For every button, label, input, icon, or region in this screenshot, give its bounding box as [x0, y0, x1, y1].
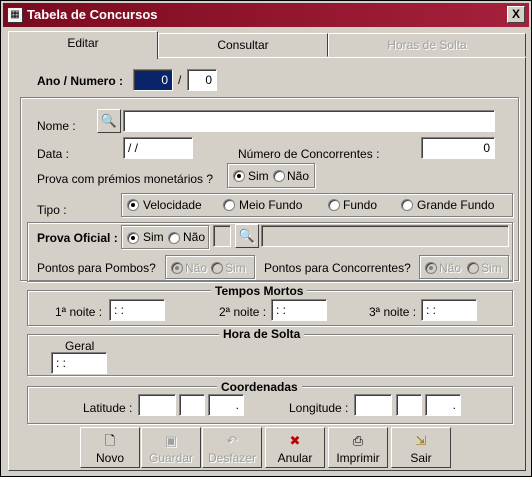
hora-solta-title: Hora de Solta: [219, 327, 305, 341]
save-disk-icon: ▣: [164, 433, 178, 448]
tipo-meio-fundo-radio[interactable]: [223, 199, 235, 211]
premios-nao-radio[interactable]: [273, 170, 285, 182]
longitude-seconds-input[interactable]: .: [425, 394, 461, 416]
pontos-pombos-nao-label: Não: [185, 261, 208, 275]
prova-oficial-nao-label: Não: [183, 230, 206, 244]
tab-horas-de-solta: Horas de Solta: [328, 33, 526, 57]
data-input[interactable]: / /: [123, 137, 193, 159]
pontos-concorrentes-nao-label: Não: [439, 261, 462, 275]
undo-icon: ↶: [226, 433, 238, 448]
num-concorrentes-input[interactable]: 0: [421, 137, 495, 159]
guardar-button: ▣ Guardar: [141, 427, 201, 468]
tipo-grande-fundo-label: Grande Fundo: [417, 198, 495, 212]
window-title: Tabela de Concursos: [27, 7, 158, 22]
prova-oficial-search-button: 🔍: [235, 224, 259, 248]
tipo-velocidade-label: Velocidade: [143, 198, 202, 212]
longitude-label: Longitude :: [289, 401, 349, 415]
longitude-minutes-input[interactable]: [396, 394, 422, 416]
binoculars-icon: 🔍: [100, 113, 118, 128]
nome-label: Nome :: [37, 119, 76, 133]
ano-field[interactable]: 0: [133, 69, 173, 91]
noite-1-input[interactable]: : :: [109, 299, 165, 321]
nome-search-button[interactable]: 🔍: [97, 109, 121, 133]
latitude-seconds-input[interactable]: .: [208, 394, 244, 416]
novo-button[interactable]: 🗋 Novo: [80, 427, 140, 468]
latitude-degrees-input[interactable]: [138, 394, 176, 416]
numero-field[interactable]: 0: [187, 69, 217, 91]
premios-sim-label: Sim: [248, 169, 269, 183]
tab-consultar[interactable]: Consultar: [158, 33, 328, 57]
tipo-meio-fundo-label: Meio Fundo: [239, 198, 303, 212]
tipo-grande-fundo-radio[interactable]: [401, 199, 413, 211]
tipo-velocidade-radio[interactable]: [127, 199, 139, 211]
tempos-mortos-title: Tempos Mortos: [211, 284, 308, 298]
noite-3-label: 3ª noite :: [369, 305, 417, 319]
num-concorrentes-label: Número de Concorrentes :: [238, 147, 380, 161]
tipo-label: Tipo :: [37, 203, 67, 217]
imprimir-button-label: Imprimir: [336, 451, 380, 465]
latitude-minutes-input[interactable]: [179, 394, 205, 416]
noite-2-input[interactable]: : :: [271, 299, 327, 321]
app-icon: ▦: [7, 7, 23, 23]
noite-3-input[interactable]: : :: [421, 299, 477, 321]
tab-editar[interactable]: Editar: [8, 31, 158, 59]
title-bar[interactable]: ▦ Tabela de Concursos X: [3, 3, 529, 27]
pontos-concorrentes-nao-radio: [425, 262, 437, 274]
nome-input[interactable]: [123, 110, 495, 132]
longitude-degrees-input[interactable]: [354, 394, 392, 416]
printer-icon: ⎙: [352, 433, 364, 448]
tipo-fundo-radio[interactable]: [328, 199, 340, 211]
binoculars-icon: 🔍: [238, 228, 256, 243]
desfazer-button-label: Desfazer: [207, 451, 257, 465]
guardar-button-label: Guardar: [148, 451, 194, 465]
anular-button-label: Anular: [277, 451, 313, 465]
ano-numero-label: Ano / Numero :: [37, 74, 123, 88]
pontos-concorrentes-sim-radio: [467, 262, 479, 274]
data-label: Data :: [37, 147, 70, 161]
tipo-fundo-label: Fundo: [343, 198, 378, 212]
geral-input[interactable]: : :: [51, 352, 107, 374]
cancel-icon: ✖: [289, 433, 301, 448]
prova-oficial-sim-radio[interactable]: [127, 232, 139, 244]
noite-1-label: 1ª noite :: [55, 305, 103, 319]
anular-button[interactable]: ✖ Anular: [265, 427, 325, 468]
pontos-concorrentes-label: Pontos para Concorrentes?: [264, 261, 411, 275]
main-window: ▦ Tabela de Concursos X Editar Consultar…: [0, 0, 532, 477]
pontos-concorrentes-sim-label: Sim: [481, 261, 502, 275]
prova-oficial-nao-radio[interactable]: [168, 232, 180, 244]
pontos-pombos-label: Pontos para Pombos?: [37, 261, 156, 275]
noite-2-label: 2ª noite :: [219, 305, 267, 319]
prova-oficial-sim-label: Sim: [143, 230, 164, 244]
prova-oficial-label: Prova Oficial :: [37, 231, 118, 245]
sair-button-label: Sair: [410, 451, 432, 465]
desfazer-button: ↶ Desfazer: [202, 427, 262, 468]
coordenadas-title: Coordenadas: [217, 380, 302, 394]
new-document-icon: 🗋: [104, 433, 116, 448]
pontos-pombos-nao-radio: [171, 262, 183, 274]
premios-label: Prova com prémios monetários ?: [37, 172, 214, 186]
prova-oficial-description-field: [261, 225, 509, 247]
premios-sim-radio[interactable]: [233, 170, 245, 182]
imprimir-button[interactable]: ⎙ Imprimir: [328, 427, 388, 468]
pontos-pombos-sim-radio: [211, 262, 223, 274]
sair-button[interactable]: ⇲ Sair: [391, 427, 451, 468]
tab-consultar-label: Consultar: [217, 38, 269, 52]
ano-numero-separator: /: [178, 73, 182, 87]
premios-nao-label: Não: [287, 169, 310, 183]
pontos-pombos-sim-label: Sim: [225, 261, 246, 275]
prova-oficial-code-field: [213, 225, 231, 247]
close-button[interactable]: X: [507, 6, 525, 23]
geral-label: Geral: [65, 339, 95, 353]
exit-icon: ⇲: [415, 433, 427, 448]
novo-button-label: Novo: [95, 451, 124, 465]
tab-horas-de-solta-label: Horas de Solta: [387, 38, 467, 52]
latitude-label: Latitude :: [83, 401, 133, 415]
tab-editar-label: Editar: [67, 36, 99, 50]
